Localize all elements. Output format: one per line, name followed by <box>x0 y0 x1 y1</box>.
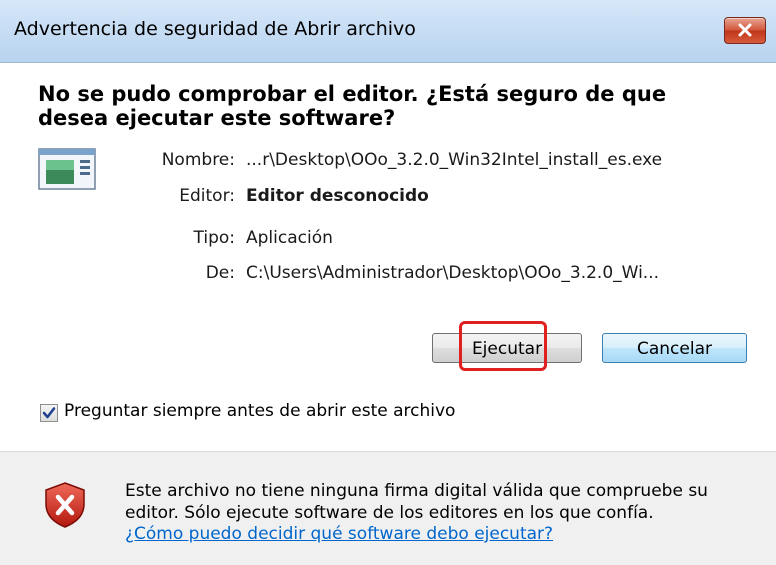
from-label: De: <box>205 263 235 283</box>
close-icon <box>738 23 752 37</box>
always-ask-label[interactable]: Preguntar siempre antes de abrir este ar… <box>64 401 455 421</box>
type-value: Aplicación <box>246 228 333 248</box>
help-link[interactable]: ¿Cómo puedo decidir qué software debo ej… <box>125 524 553 544</box>
always-ask-checkbox[interactable] <box>40 404 58 422</box>
window-title: Advertencia de seguridad de Abrir archiv… <box>14 18 416 40</box>
close-button[interactable] <box>724 17 766 44</box>
shield-error-icon <box>45 482 85 528</box>
publisher-label: Editor: <box>179 186 235 206</box>
name-label: Nombre: <box>161 150 235 170</box>
checkmark-icon <box>42 407 56 419</box>
name-value: ...r\Desktop\OOo_3.2.0_Win32Intel_instal… <box>246 150 663 170</box>
application-icon <box>38 148 96 190</box>
from-value: C:\Users\Administrador\Desktop\OOo_3.2.0… <box>246 263 660 283</box>
title-bar: Advertencia de seguridad de Abrir archiv… <box>0 0 776 63</box>
dialog-headline: No se pudo comprobar el editor. ¿Está se… <box>38 82 667 130</box>
warning-text: Este archivo no tiene ninguna firma digi… <box>125 481 708 523</box>
type-label: Tipo: <box>193 228 235 248</box>
footer-panel: Este archivo no tiene ninguna firma digi… <box>0 452 776 565</box>
publisher-value: Editor desconocido <box>246 186 429 206</box>
security-warning-dialog: Advertencia de seguridad de Abrir archiv… <box>0 0 776 565</box>
cancel-button[interactable]: Cancelar <box>602 333 747 363</box>
run-button-highlight <box>459 321 547 371</box>
